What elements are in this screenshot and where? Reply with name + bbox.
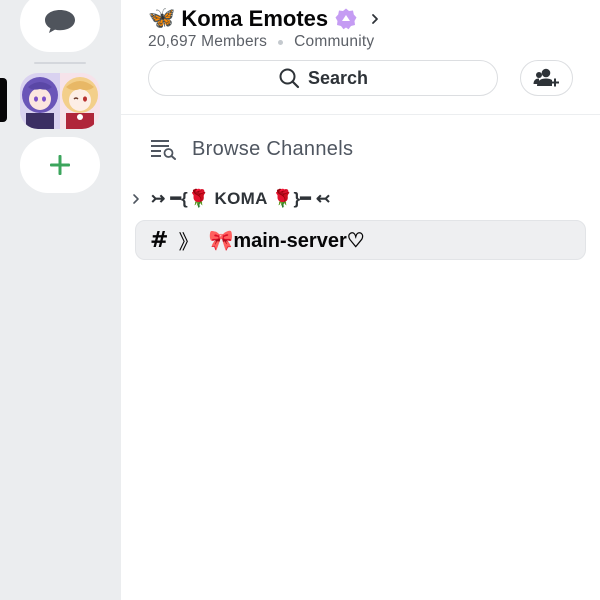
category-label: ↣ ━{🌹 KOMA 🌹}━ ↢ — [151, 189, 331, 208]
server-header[interactable]: 🦋 Koma Emotes — [148, 4, 382, 34]
channel-panel: 🦋 Koma Emotes 20,697 Members Community S… — [121, 0, 600, 600]
ribbon-emoji: 🎀 — [208, 229, 234, 252]
add-server-button[interactable] — [20, 137, 100, 193]
meta-separator — [278, 39, 284, 45]
server-rail — [0, 0, 121, 600]
channel-prefix: 》 — [178, 231, 199, 254]
chevron-right-icon — [133, 194, 139, 204]
rail-divider — [34, 62, 86, 64]
header-divider — [121, 114, 600, 115]
server-icon-koma-emotes[interactable] — [20, 73, 100, 129]
server-name: Koma Emotes — [181, 6, 329, 31]
category-koma[interactable]: ↣ ━{🌹 KOMA 🌹}━ ↢ — [131, 185, 331, 213]
chat-bubble-icon — [45, 10, 75, 33]
server-avatar-icon — [20, 73, 100, 129]
channel-name: main-server♡ — [233, 229, 365, 252]
search-button[interactable]: Search — [148, 60, 498, 96]
browse-channels-button[interactable]: Browse Channels — [150, 133, 353, 165]
member-count: 20,697 Members — [148, 33, 268, 50]
channel-main-server[interactable]: # 》 🎀 main-server♡ — [135, 220, 586, 260]
chevron-right-icon — [372, 14, 379, 24]
search-label: Search — [307, 67, 369, 88]
boost-badge-icon — [335, 8, 357, 30]
active-server-indicator — [0, 78, 7, 122]
browse-channels-label: Browse Channels — [192, 137, 354, 160]
butterfly-emoji: 🦋 — [148, 6, 176, 31]
text-channel-icon: # — [150, 227, 169, 253]
app-root: 🦋 Koma Emotes 20,697 Members Community S… — [0, 0, 600, 600]
channel-label: 🎀 main-server♡ — [208, 228, 364, 253]
search-icon — [279, 68, 300, 89]
add-member-icon — [533, 68, 559, 87]
invite-members-button[interactable] — [520, 60, 573, 96]
plus-icon — [50, 155, 70, 175]
browse-channels-icon — [151, 140, 176, 160]
server-meta: 20,697 Members Community — [148, 33, 374, 51]
direct-messages-button[interactable] — [20, 0, 100, 52]
server-type: Community — [294, 33, 375, 50]
